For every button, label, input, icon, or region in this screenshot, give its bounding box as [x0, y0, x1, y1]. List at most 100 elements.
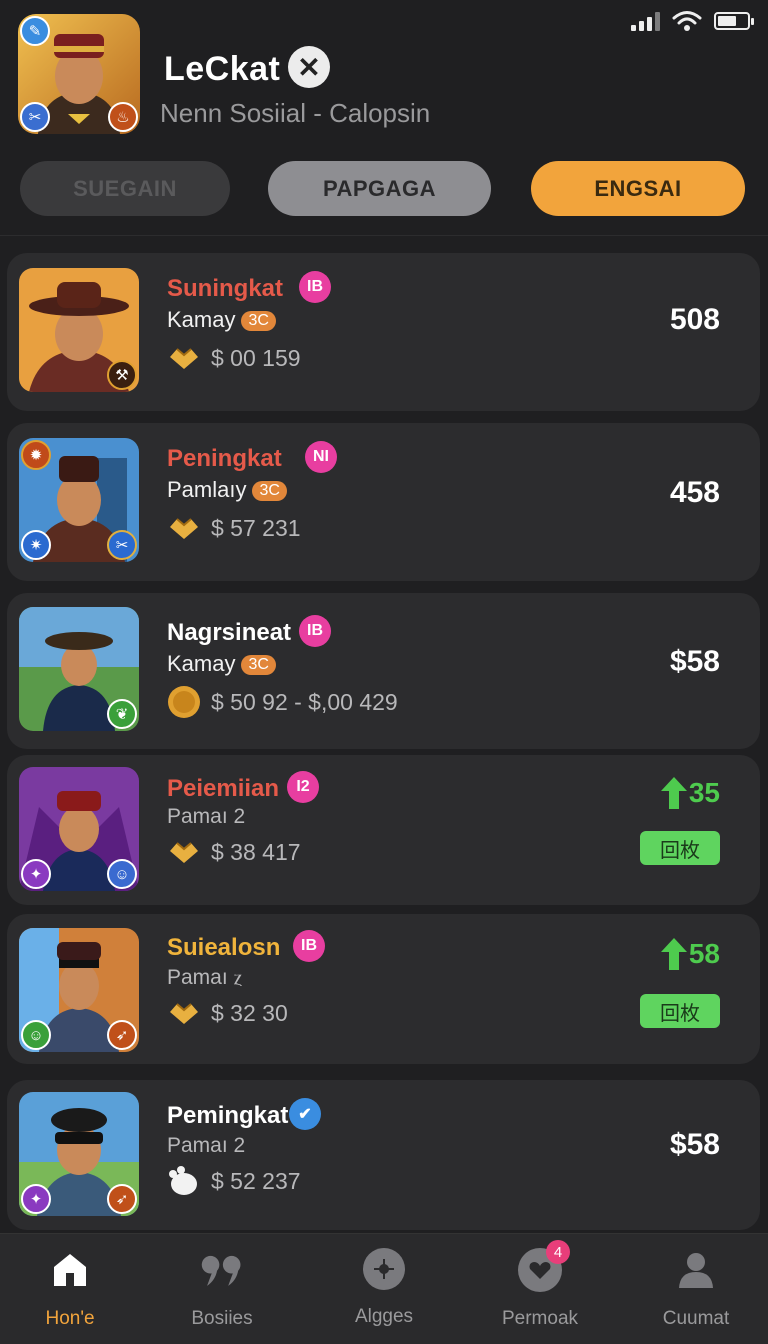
edit-icon[interactable]: ✎	[20, 16, 50, 46]
item-price-text: $ 50 92 - $,00 429	[211, 688, 398, 715]
notification-badge: 4	[546, 1240, 570, 1264]
item-thumbnail: ✦ ➶	[19, 1092, 139, 1216]
item-sub: Pamlaıy 3C	[167, 477, 287, 503]
signal-icon	[631, 11, 660, 31]
item-name: Nagrsineat	[167, 619, 292, 646]
settings-icon	[363, 1248, 405, 1290]
item-sub-label: Kamay	[167, 307, 236, 332]
star-icon: ✦	[21, 859, 51, 889]
nav-algges[interactable]: Algges	[324, 1248, 444, 1328]
item-badge: I2	[287, 771, 319, 803]
nav-cuumat[interactable]: Cuumat	[636, 1248, 756, 1330]
list-item[interactable]: ✦ ☺ Peiemiian I2 Pamaı 2 $ 38 417 35 回枚	[7, 755, 760, 905]
nav-permoak[interactable]: 4 Permoak	[480, 1240, 600, 1330]
leaf-icon: ❦	[107, 699, 137, 729]
item-price-text: $ 52 237	[211, 1167, 301, 1194]
item-price: $ 38 417	[167, 837, 301, 867]
tab-suegain[interactable]: SUEGAIN	[20, 161, 230, 216]
list-item[interactable]: ☺ ➶ Suiealosn IB Pamaı ⲍ $ 32 30 58 回枚	[7, 914, 760, 1064]
item-sub-label: Pamlaıy	[167, 477, 247, 502]
level-badge: 3C	[241, 655, 276, 675]
item-value: 458	[669, 476, 720, 509]
item-thumbnail: ❦	[19, 607, 139, 731]
item-name: Suiealosn	[167, 934, 281, 961]
gift-icon	[170, 842, 198, 863]
item-badge: IB	[299, 615, 331, 647]
tools-icon: ✂	[20, 102, 50, 132]
nav-bosiies[interactable]: Bosiies	[162, 1248, 282, 1330]
item-sub: Pamaı 2	[167, 1134, 246, 1157]
gift-icon	[170, 348, 198, 369]
item-sub: Kamay 3C	[167, 307, 276, 333]
list-item[interactable]: ⚒ Suningkat IB Kamay 3C $ 00 159 508	[7, 253, 760, 411]
sun-icon: ✹	[21, 440, 51, 470]
item-price: $ 50 92 - $,00 429	[167, 685, 398, 719]
item-name: Suningkat	[167, 275, 284, 302]
item-value: $58	[669, 645, 720, 678]
rocket-icon: ➶	[107, 1184, 137, 1214]
item-sub-label: Kamay	[167, 651, 236, 676]
item-thumbnail: ✹ ✷ ✂	[19, 438, 139, 562]
page-subtitle: Nenn Sosiial - Calopsin	[160, 98, 431, 128]
flame-icon: ♨	[108, 102, 138, 132]
item-price: $ 32 30	[167, 998, 288, 1028]
rocket-icon: ➶	[107, 1020, 137, 1050]
item-thumbnail: ⚒	[19, 268, 139, 392]
item-thumbnail: ☺ ➶	[19, 928, 139, 1052]
smile-icon: ☺	[21, 1020, 51, 1050]
battery-icon	[714, 12, 754, 30]
nav-label: Hon'e	[45, 1308, 95, 1329]
item-name: Peningkat	[167, 445, 282, 472]
agent-avatar[interactable]: ✎ ✂ ♨	[18, 14, 140, 134]
heart-icon: 4	[518, 1240, 570, 1292]
star-icon: ✦	[21, 1184, 51, 1214]
item-price: $ 52 237	[167, 1166, 301, 1196]
item-value: $58	[669, 1128, 720, 1161]
nav-label: Permoak	[501, 1308, 579, 1329]
tab-engsai[interactable]: ENGSAI	[531, 161, 745, 216]
arrow-up-icon	[660, 938, 687, 970]
gift-icon	[170, 1003, 198, 1024]
verified-icon: ✔	[289, 1098, 321, 1130]
arrow-up-icon	[660, 777, 687, 809]
tools-icon: ✂	[107, 530, 137, 560]
nav-home[interactable]: Hon'e	[10, 1248, 130, 1330]
level-badge: 3C	[252, 481, 287, 501]
page-title: LeCkat	[164, 50, 281, 88]
item-badge: NI	[305, 441, 337, 473]
nav-label: Algges	[354, 1306, 414, 1327]
action-tag[interactable]: 回枚	[640, 831, 720, 865]
item-price-text: $ 38 417	[211, 838, 301, 865]
item-badge: IB	[293, 930, 325, 962]
item-price: $ 00 159	[167, 343, 301, 373]
bottom-nav: Hon'e Bosiies Algges 4 Permoak Cuumat	[0, 1233, 768, 1344]
item-thumbnail: ✦ ☺	[19, 767, 139, 891]
item-price-text: $ 32 30	[211, 999, 288, 1026]
tab-papgaga[interactable]: PAPGAGA	[268, 161, 491, 216]
wifi-icon	[672, 11, 702, 31]
item-sub: Kamay 3C	[167, 651, 276, 677]
user-icon	[674, 1248, 718, 1292]
coin-icon	[168, 686, 200, 718]
item-price-text: $ 00 159	[211, 344, 301, 371]
nav-label: Bosiies	[191, 1308, 253, 1329]
item-name: Pemingkat	[167, 1102, 289, 1129]
smile-icon: ☺	[107, 859, 137, 889]
gift-icon	[170, 518, 198, 539]
close-icon[interactable]: ✕	[288, 46, 330, 88]
sun-icon: ✷	[21, 530, 51, 560]
item-name: Peiemiian	[167, 775, 280, 802]
list-item[interactable]: ✦ ➶ Pemingkat ✔ Pamaı 2 $ 52 237 $58	[7, 1080, 760, 1230]
item-sub: Pamaı ⲍ	[167, 966, 243, 989]
change-indicator: 58	[660, 938, 720, 970]
nav-label: Cuumat	[662, 1308, 730, 1329]
divider	[0, 235, 768, 236]
list-item[interactable]: ✹ ✷ ✂ Peningkat NI Pamlaıy 3C $ 57 231 45…	[7, 423, 760, 581]
action-tag[interactable]: 回枚	[640, 994, 720, 1028]
quote-icon	[200, 1248, 244, 1292]
level-badge: 3C	[241, 311, 276, 331]
hammer-icon: ⚒	[107, 360, 137, 390]
item-badge: IB	[299, 271, 331, 303]
change-indicator: 35	[660, 777, 720, 809]
list-item[interactable]: ❦ Nagrsineat IB Kamay 3C $ 50 92 - $,00 4…	[7, 593, 760, 749]
